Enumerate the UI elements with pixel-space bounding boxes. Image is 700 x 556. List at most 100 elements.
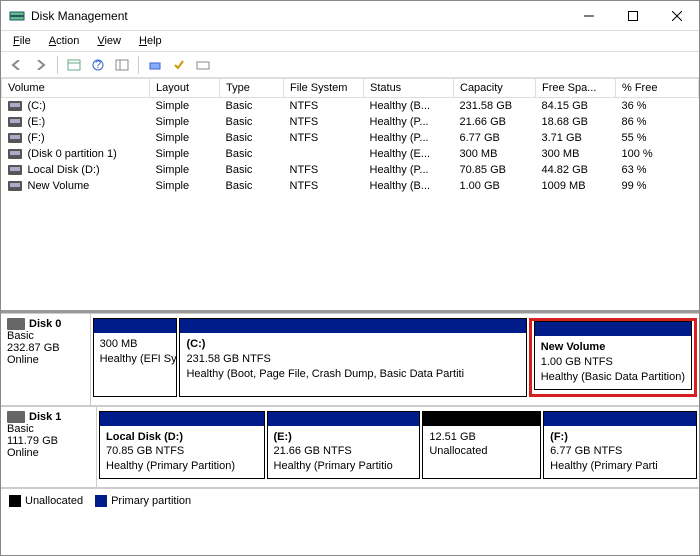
disk-row: Disk 0 Basic 232.87 GB Online 300 MB Hea… — [1, 313, 699, 406]
col-status[interactable]: Status — [364, 79, 454, 98]
disk-label[interactable]: Disk 0 Basic 232.87 GB Online — [1, 314, 91, 405]
col-type[interactable]: Type — [220, 79, 284, 98]
menu-file[interactable]: File — [5, 33, 39, 49]
menu-action[interactable]: Action — [41, 33, 88, 49]
cell-status: Healthy (B... — [364, 98, 454, 115]
partition-body: Local Disk (D:) 70.85 GB NTFS Healthy (P… — [100, 426, 264, 479]
maximize-button[interactable] — [611, 2, 655, 30]
cell-type: Basic — [220, 178, 284, 194]
cell-capacity: 231.58 GB — [454, 98, 536, 115]
cell-capacity: 1.00 GB — [454, 178, 536, 194]
cell-free: 18.68 GB — [536, 114, 616, 130]
cell-free: 44.82 GB — [536, 162, 616, 178]
table-row[interactable]: (F:) Simple Basic NTFS Healthy (P... 6.7… — [2, 130, 699, 146]
menu-bar: File Action View Help — [1, 31, 699, 52]
table-row[interactable]: (C:) Simple Basic NTFS Healthy (B... 231… — [2, 98, 699, 115]
back-button[interactable] — [7, 55, 27, 75]
partition[interactable]: (E:) 21.66 GB NTFS Healthy (Primary Part… — [267, 411, 421, 480]
cell-free: 84.15 GB — [536, 98, 616, 115]
cell-fs: NTFS — [284, 178, 364, 194]
partition[interactable]: (F:) 6.77 GB NTFS Healthy (Primary Parti — [543, 411, 697, 480]
cell-status: Healthy (P... — [364, 130, 454, 146]
cell-type: Basic — [220, 98, 284, 115]
legend: Unallocated Primary partition — [1, 488, 699, 513]
col-free[interactable]: Free Spa... — [536, 79, 616, 98]
partition-size: 21.66 GB NTFS — [274, 445, 352, 457]
disk-row: Disk 1 Basic 111.79 GB Online Local Disk… — [1, 406, 699, 489]
partition-title: (E:) — [274, 431, 292, 443]
column-headers[interactable]: Volume Layout Type File System Status Ca… — [2, 79, 699, 98]
table-row[interactable]: (E:) Simple Basic NTFS Healthy (P... 21.… — [2, 114, 699, 130]
volume-icon — [8, 165, 22, 175]
disk-map-pane: Disk 0 Basic 232.87 GB Online 300 MB Hea… — [1, 310, 699, 488]
cell-pfree: 86 % — [616, 114, 699, 130]
cell-layout: Simple — [150, 98, 220, 115]
partition-stripe — [180, 319, 525, 333]
legend-unallocated: Unallocated — [9, 495, 83, 507]
table-row[interactable]: Local Disk (D:) Simple Basic NTFS Health… — [2, 162, 699, 178]
partition-body: New Volume 1.00 GB NTFS Healthy (Basic D… — [535, 336, 691, 389]
partition-body: (E:) 21.66 GB NTFS Healthy (Primary Part… — [268, 426, 420, 479]
table-row[interactable]: New Volume Simple Basic NTFS Healthy (B.… — [2, 178, 699, 194]
col-capacity[interactable]: Capacity — [454, 79, 536, 98]
volume-name: (F:) — [28, 132, 45, 144]
disk-label[interactable]: Disk 1 Basic 111.79 GB Online — [1, 407, 97, 488]
toolbar-btn-3[interactable] — [112, 55, 132, 75]
cell-pfree: 100 % — [616, 146, 699, 162]
partition[interactable]: (C:) 231.58 GB NTFS Healthy (Boot, Page … — [179, 318, 526, 397]
minimize-button[interactable] — [567, 2, 611, 30]
toolbar-btn-5[interactable] — [169, 55, 189, 75]
window-controls — [567, 2, 699, 30]
cell-status: Healthy (E... — [364, 146, 454, 162]
partition-status: Healthy (Boot, Page File, Crash Dump, Ba… — [186, 368, 464, 380]
disk-icon — [7, 411, 25, 423]
volume-name: (Disk 0 partition 1) — [28, 148, 117, 160]
table-row[interactable]: (Disk 0 partition 1) Simple Basic Health… — [2, 146, 699, 162]
partition-status: Healthy (EFI System Parti — [100, 353, 177, 365]
partition-size: 300 MB — [100, 338, 138, 350]
partition-status: Healthy (Primary Partitio — [274, 460, 393, 472]
partition-size: 6.77 GB NTFS — [550, 445, 622, 457]
partition-stripe — [423, 412, 540, 426]
toolbar-btn-6[interactable] — [193, 55, 213, 75]
cell-status: Healthy (P... — [364, 162, 454, 178]
cell-capacity: 70.85 GB — [454, 162, 536, 178]
forward-button[interactable] — [31, 55, 51, 75]
disk-icon — [7, 318, 25, 330]
cell-type: Basic — [220, 130, 284, 146]
col-fs[interactable]: File System — [284, 79, 364, 98]
toolbar-btn-4[interactable] — [145, 55, 165, 75]
cell-layout: Simple — [150, 146, 220, 162]
partition-size: 70.85 GB NTFS — [106, 445, 184, 457]
window-title: Disk Management — [31, 9, 567, 23]
disk-size: 111.79 GB — [7, 435, 90, 447]
disk-type: Basic — [7, 330, 84, 342]
col-pfree[interactable]: % Free — [616, 79, 699, 98]
menu-help[interactable]: Help — [131, 33, 170, 49]
partition[interactable]: 300 MB Healthy (EFI System Parti — [93, 318, 178, 397]
highlighted-partition: New Volume 1.00 GB NTFS Healthy (Basic D… — [529, 318, 697, 397]
help-button[interactable]: ? — [88, 55, 108, 75]
title-bar: Disk Management — [1, 1, 699, 31]
partition-body: (C:) 231.58 GB NTFS Healthy (Boot, Page … — [180, 333, 525, 386]
toolbar-btn-1[interactable] — [64, 55, 84, 75]
partition[interactable]: 12.51 GB Unallocated — [422, 411, 541, 480]
menu-view[interactable]: View — [89, 33, 129, 49]
cell-capacity: 21.66 GB — [454, 114, 536, 130]
cell-fs: NTFS — [284, 130, 364, 146]
partition-status: Unallocated — [429, 445, 487, 457]
col-layout[interactable]: Layout — [150, 79, 220, 98]
volume-list[interactable]: Volume Layout Type File System Status Ca… — [1, 78, 699, 310]
partition-title: New Volume — [541, 341, 606, 353]
col-volume[interactable]: Volume — [2, 79, 150, 98]
partition-title: Local Disk (D:) — [106, 431, 183, 443]
close-button[interactable] — [655, 2, 699, 30]
partition[interactable]: Local Disk (D:) 70.85 GB NTFS Healthy (P… — [99, 411, 265, 480]
legend-primary: Primary partition — [95, 495, 191, 507]
partition-size: 231.58 GB NTFS — [186, 353, 270, 365]
partition-stripe — [100, 412, 264, 426]
volume-name: (C:) — [28, 100, 46, 112]
cell-capacity: 6.77 GB — [454, 130, 536, 146]
disk-state: Online — [7, 354, 84, 366]
partition[interactable]: New Volume 1.00 GB NTFS Healthy (Basic D… — [534, 321, 692, 390]
